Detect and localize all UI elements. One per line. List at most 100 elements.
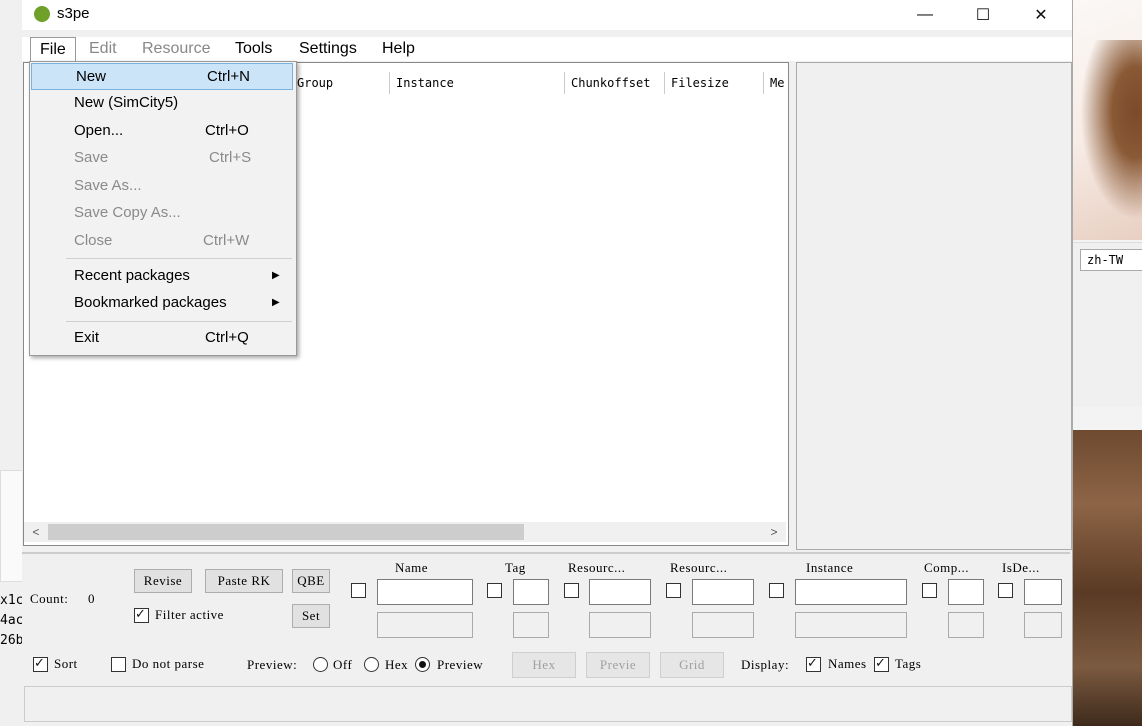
resource-group-qbe-field[interactable] <box>692 612 754 638</box>
paste-rk-button-label: Paste RK <box>217 573 271 588</box>
revise-button[interactable]: Revise <box>134 569 192 593</box>
do-not-parse-label: Do not parse <box>132 656 205 671</box>
display-tags-checkbox[interactable] <box>874 655 889 672</box>
menu-edit[interactable]: Edit <box>83 37 123 61</box>
compressed-qbe-field[interactable] <box>948 612 984 638</box>
do-not-parse-checkbox[interactable] <box>111 657 126 672</box>
menu-item-save-as-label: Save As... <box>74 177 142 194</box>
isdeleted-qbe-field[interactable] <box>1024 612 1062 638</box>
menu-resource[interactable]: Resource <box>136 37 216 61</box>
compressed-filter-checkbox[interactable] <box>922 583 937 598</box>
background-panel: zh-TW <box>1072 242 1142 407</box>
field-header-resource-type: Resourc... <box>568 560 626 575</box>
instance-filter-input[interactable] <box>795 579 907 605</box>
tag-qbe-field[interactable] <box>513 612 549 638</box>
menu-separator <box>66 258 292 259</box>
minimize-button[interactable]: — <box>902 0 948 30</box>
field-header-compressed: Comp... <box>924 560 970 575</box>
instance-filter-checkbox[interactable] <box>769 583 784 598</box>
resource-group-filter-input[interactable] <box>692 579 754 605</box>
display-label: Display: <box>741 657 790 672</box>
revise-button-label: Revise <box>143 573 183 588</box>
column-header-meta[interactable]: Me <box>763 72 786 94</box>
display-names-label: Names <box>828 656 867 671</box>
minimize-icon: — <box>917 6 933 23</box>
preview-hex-radio[interactable] <box>364 657 379 672</box>
name-filter-checkbox[interactable] <box>351 583 366 598</box>
resource-group-filter-checkbox[interactable] <box>666 583 681 598</box>
isdeleted-filter-input[interactable] <box>1024 579 1062 605</box>
menu-item-recent-packages[interactable]: Recent packages ▶ <box>30 263 294 289</box>
field-header-tag: Tag <box>505 560 526 575</box>
menu-item-save-copy-as[interactable]: Save Copy As... <box>30 200 294 226</box>
grid-button[interactable]: Grid <box>660 652 724 678</box>
preview-off-radio[interactable] <box>313 657 328 672</box>
background-image-detail <box>1080 40 1142 220</box>
close-button[interactable]: ✕ <box>1018 0 1064 30</box>
menu-item-exit[interactable]: Exit Ctrl+Q <box>30 325 294 351</box>
hex-button[interactable]: Hex <box>512 652 576 678</box>
compressed-filter-input[interactable] <box>948 579 984 605</box>
menu-item-open[interactable]: Open... Ctrl+O <box>30 118 294 144</box>
column-header-chunkoffset[interactable]: Chunkoffset <box>564 72 659 94</box>
menu-settings[interactable]: Settings <box>293 37 363 61</box>
maximize-button[interactable]: ☐ <box>960 0 1006 30</box>
menu-item-save-copy-as-label: Save Copy As... <box>74 204 181 221</box>
column-header-instance[interactable]: Instance <box>389 72 564 94</box>
grid-button-label: Grid <box>679 657 705 672</box>
field-header-name: Name <box>395 560 429 575</box>
menu-item-new-shortcut: Ctrl+N <box>207 68 250 85</box>
menu-item-save-as[interactable]: Save As... <box>30 173 294 199</box>
preview-preview-radio[interactable] <box>415 657 430 672</box>
name-filter-input[interactable] <box>377 579 473 605</box>
menu-item-bookmarked-packages[interactable]: Bookmarked packages ▶ <box>30 290 294 316</box>
column-header-filesize[interactable]: Filesize <box>664 72 761 94</box>
preview-button[interactable]: Previe <box>586 652 650 678</box>
count-value: 0 <box>88 591 95 606</box>
locale-select[interactable]: zh-TW <box>1080 249 1142 271</box>
menu-help[interactable]: Help <box>376 37 421 61</box>
display-names-checkbox[interactable] <box>806 655 821 672</box>
menu-item-new-simcity5[interactable]: New (SimCity5) <box>30 90 294 116</box>
menu-item-new[interactable]: New Ctrl+N <box>31 63 293 90</box>
menu-item-exit-shortcut: Ctrl+Q <box>205 329 249 346</box>
menu-item-save[interactable]: Save Ctrl+S <box>30 145 294 171</box>
menu-tools[interactable]: Tools <box>229 37 278 61</box>
menu-item-save-shortcut: Ctrl+S <box>209 149 252 166</box>
scroll-left-icon[interactable]: < <box>28 523 44 541</box>
display-tags-label: Tags <box>895 656 922 671</box>
name-qbe-field[interactable] <box>377 612 473 638</box>
hex-button-label: Hex <box>532 657 556 672</box>
status-bar <box>24 686 1072 722</box>
instance-qbe-field[interactable] <box>795 612 907 638</box>
resource-type-filter-checkbox[interactable] <box>564 583 579 598</box>
set-button[interactable]: Set <box>292 604 330 628</box>
menu-file[interactable]: File <box>30 37 76 62</box>
paste-rk-button[interactable]: Paste RK <box>205 569 283 593</box>
background-text-fragments: x1c 4ac 26b <box>0 591 23 651</box>
fragment-2: 4ac <box>0 613 24 628</box>
sort-checkbox[interactable] <box>33 655 48 672</box>
filter-active-checkbox[interactable] <box>134 606 149 623</box>
menu-item-new-simcity5-label: New (SimCity5) <box>74 94 179 111</box>
locale-select-value: zh-TW <box>1087 253 1124 267</box>
menu-item-open-shortcut: Ctrl+O <box>205 122 249 139</box>
qbe-button-label: QBE <box>297 573 325 588</box>
isdeleted-filter-checkbox[interactable] <box>998 583 1013 598</box>
column-header-group[interactable]: Group <box>290 72 387 94</box>
scroll-right-icon[interactable]: > <box>766 523 782 541</box>
submenu-arrow-icon: ▶ <box>272 297 280 308</box>
menu-item-open-label: Open... <box>74 122 124 139</box>
preview-button-label: Previe <box>599 657 637 672</box>
menu-item-close[interactable]: Close Ctrl+W <box>30 228 294 254</box>
tag-filter-checkbox[interactable] <box>487 583 502 598</box>
scrollbar-thumb[interactable] <box>48 524 524 540</box>
menu-item-exit-label: Exit <box>74 329 100 346</box>
menu-separator <box>66 321 292 322</box>
preview-hex-label: Hex <box>385 657 409 672</box>
resource-type-qbe-field[interactable] <box>589 612 651 638</box>
resource-type-filter-input[interactable] <box>589 579 651 605</box>
field-header-isdeleted: IsDe... <box>1002 560 1040 575</box>
qbe-button[interactable]: QBE <box>292 569 330 593</box>
tag-filter-input[interactable] <box>513 579 549 605</box>
